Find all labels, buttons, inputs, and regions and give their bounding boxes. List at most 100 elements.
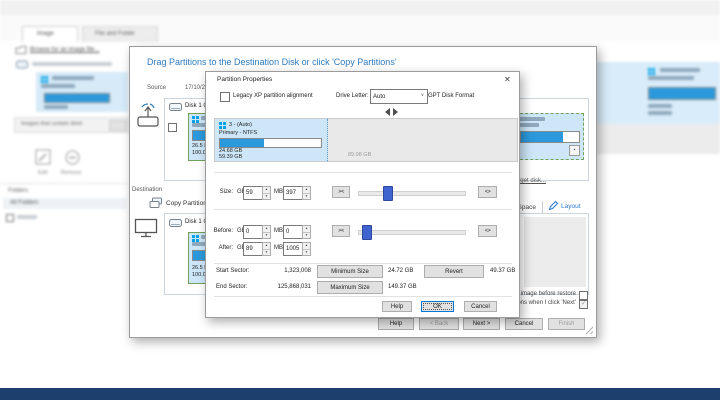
- spinner-down-icon: ▾: [305, 232, 308, 237]
- wizard-finish-button[interactable]: Finish: [548, 318, 585, 330]
- before-mb-stepper[interactable]: ▴ ▾: [302, 225, 311, 239]
- windows-logo-icon: [192, 235, 199, 242]
- disk-drive-icon: [169, 219, 182, 227]
- browse-image-link[interactable]: Browse for an image file...: [30, 47, 99, 54]
- source-label: Source: [147, 85, 167, 91]
- folders-header: Folders: [8, 188, 29, 194]
- bg-partition-size-text: [648, 111, 672, 115]
- restore-disk-icon: [137, 103, 159, 127]
- copy-on-next-checkbox[interactable]: ✓: [579, 300, 588, 309]
- before-slider-thumb[interactable]: [362, 225, 372, 240]
- pp-ok-button[interactable]: OK: [421, 301, 454, 312]
- tile-usage-bar: [520, 131, 580, 143]
- size-gb-stepper[interactable]: ▴ ▾: [262, 186, 271, 200]
- edit-icon[interactable]: [35, 149, 52, 166]
- grow-icon: <>: [484, 228, 491, 234]
- divider: [214, 209, 512, 210]
- partition-segment[interactable]: 3 - (Auto) Primary - NTFS 24.68 GB 59.39…: [215, 119, 328, 161]
- legacy-alignment-label: Legacy XP partition alignment: [233, 93, 313, 99]
- start-sector-value: 1,323,008: [284, 268, 311, 274]
- partition-size-text: [44, 105, 68, 109]
- size-slider-thumb[interactable]: [383, 186, 393, 201]
- spinner-down-icon: ▾: [265, 193, 268, 198]
- remove-label: Remove: [61, 170, 82, 176]
- spinner-down-icon: ▾: [265, 249, 268, 254]
- divider: [0, 183, 128, 184]
- drive-letter-value: Auto: [373, 93, 386, 100]
- wizard-cancel-button[interactable]: Cancel: [505, 318, 543, 330]
- before-mb-value: 0: [286, 229, 290, 235]
- wizard-next-button[interactable]: Next >: [463, 318, 500, 330]
- revert-button[interactable]: Revert: [424, 265, 484, 278]
- destination-label: Destination: [132, 187, 163, 193]
- before-label: Before:: [213, 228, 233, 234]
- before-gb-stepper[interactable]: ▴ ▾: [262, 225, 271, 239]
- pen-icon: [548, 200, 559, 211]
- resize-grip-icon[interactable]: [585, 326, 593, 334]
- size-slider-track[interactable]: [358, 191, 466, 196]
- after-label: After:: [218, 245, 233, 251]
- partition-type: Primary - NTFS: [219, 130, 258, 136]
- pp-cancel-button[interactable]: Cancel: [464, 301, 497, 312]
- divider: [542, 201, 543, 213]
- remove-icon[interactable]: [64, 149, 81, 166]
- selected-target-partition-tile[interactable]: ▪: [515, 113, 584, 160]
- selected-partition-row[interactable]: [36, 72, 128, 112]
- size-mb-value: 397: [286, 190, 297, 196]
- tile-options-button[interactable]: ▪: [569, 145, 580, 156]
- minimum-size-button[interactable]: Minimum Size: [317, 265, 383, 278]
- copy-partitions-link[interactable]: Copy Partitions: [166, 200, 210, 207]
- spinner-down-icon: ▾: [265, 232, 268, 237]
- tab-file-and-folder[interactable]: File and Folder: [82, 26, 158, 42]
- tab-image-label: Image: [37, 31, 54, 37]
- maximum-size-button[interactable]: Maximum Size: [317, 281, 383, 294]
- bg-right-selected-row[interactable]: [592, 62, 720, 124]
- before-slider-track[interactable]: [358, 230, 466, 235]
- verify-image-checkbox[interactable]: [579, 291, 588, 300]
- bg-partition-size-text: [648, 104, 672, 108]
- revert-value: 49.37 GB: [490, 268, 516, 274]
- legacy-alignment-checkbox[interactable]: [220, 92, 230, 102]
- source-partition-checkbox[interactable]: [168, 123, 177, 132]
- before-shrink-button[interactable]: ><: [332, 225, 350, 237]
- grow-icon: <>: [484, 189, 491, 195]
- wizard-help-button[interactable]: Help: [378, 318, 414, 330]
- divider: [214, 263, 512, 264]
- partition-usage-bar: [219, 138, 322, 148]
- after-gb-value: 89: [246, 246, 253, 252]
- tab-image[interactable]: Image: [22, 26, 78, 42]
- bg-checkbox[interactable]: [6, 214, 14, 222]
- pp-help-button[interactable]: Help: [382, 301, 412, 312]
- after-gb-stepper[interactable]: ▴ ▾: [262, 242, 271, 256]
- size-mb-stepper[interactable]: ▴ ▾: [302, 186, 311, 200]
- layout-toggle[interactable]: Layout: [561, 203, 581, 210]
- wizard-back-button[interactable]: < Back: [419, 318, 459, 330]
- wizard-title: Drag Partitions to the Destination Disk …: [147, 57, 397, 67]
- disk-row-text: [32, 62, 112, 66]
- drive-letter-select[interactable]: Auto ∨: [370, 89, 428, 104]
- size-shrink-button[interactable]: ><: [332, 186, 350, 198]
- after-mb-stepper[interactable]: ▴ ▾: [302, 242, 311, 256]
- end-sector-value: 125,868,031: [277, 284, 311, 290]
- drive-letter-label: Drive Letter:: [336, 93, 369, 99]
- divider: [214, 296, 512, 297]
- disk-drive-icon: [169, 103, 182, 111]
- tile-name-text: [519, 117, 545, 121]
- folders-item-all[interactable]: All Folders: [3, 198, 127, 209]
- before-grow-button[interactable]: <>: [478, 225, 497, 237]
- windows-logo-icon: [648, 68, 655, 75]
- maximum-size-value: 149.37 GB: [388, 284, 417, 290]
- end-sector-label: End Sector:: [216, 284, 248, 290]
- folders-item-label: All Folders: [10, 200, 39, 206]
- shrink-icon: ><: [338, 228, 344, 234]
- bg-partition-name-text: [660, 68, 700, 72]
- free-space-after: 89.98 GB: [348, 152, 372, 158]
- spinner-down-icon: ▾: [305, 193, 308, 198]
- bg-checkbox-text: [17, 215, 37, 219]
- partition-type-text: [41, 84, 75, 88]
- filter-dropdown-button[interactable]: [109, 120, 127, 131]
- close-icon[interactable]: ✕: [504, 75, 511, 84]
- tile-type-text: [519, 123, 539, 127]
- before-mb-label: MB: [274, 228, 283, 234]
- size-grow-button[interactable]: <>: [478, 186, 497, 198]
